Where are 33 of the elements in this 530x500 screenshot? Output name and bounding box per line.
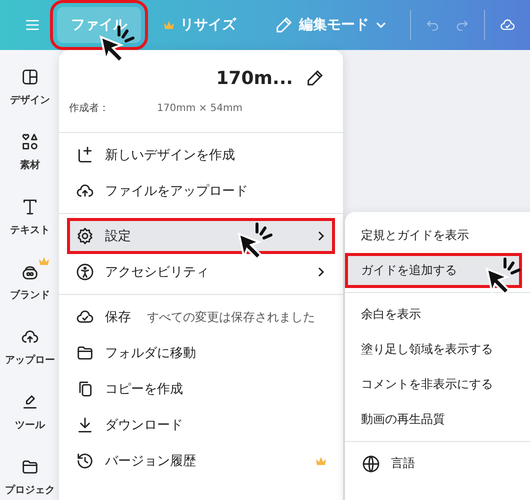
- menu-item[interactable]: ファイルをアップロード: [59, 173, 343, 209]
- menu-item[interactable]: 保存 すべての変更は保存されました: [59, 299, 343, 335]
- design-size: 170mm × 54mm: [157, 102, 243, 114]
- sidebar-label[interactable]: テキスト: [10, 223, 50, 237]
- sidebar-label[interactable]: 素材: [20, 158, 40, 172]
- sidebar-label[interactable]: デザイン: [10, 93, 50, 107]
- layout-icon[interactable]: [20, 67, 40, 87]
- sidebar-label[interactable]: ブランド: [10, 288, 50, 302]
- submenu-item[interactable]: コメントを非表示にする: [345, 367, 530, 402]
- author-label: 作成者：: [69, 102, 109, 115]
- menu-item[interactable]: アクセシビリティ: [59, 254, 343, 290]
- submenu-item[interactable]: 動画の再生品質: [345, 402, 530, 437]
- globe-icon: [361, 454, 381, 474]
- pencil-icon: [274, 15, 294, 35]
- menu-item[interactable]: コピーを作成: [59, 371, 343, 407]
- menu-item[interactable]: バージョン履歴: [59, 443, 343, 479]
- design-title: 170m...: [216, 68, 293, 88]
- sidebar-label[interactable]: アップロー: [5, 353, 55, 367]
- menu-item[interactable]: ダウンロード: [59, 407, 343, 443]
- sidebar-label[interactable]: ツール: [15, 418, 45, 432]
- submenu-item[interactable]: 定規とガイドを表示: [345, 218, 530, 253]
- shapes-icon[interactable]: [20, 132, 40, 152]
- history-icon: [75, 451, 95, 471]
- save-status: すべての変更は保存されました: [147, 308, 315, 326]
- sidebar-label[interactable]: プロジェク: [5, 483, 55, 497]
- settings-icon: [75, 226, 95, 246]
- submenu-item[interactable]: 余白を表示: [345, 297, 530, 332]
- accessibility-icon: [75, 262, 95, 282]
- submenu-item[interactable]: 塗り足し領域を表示する: [345, 332, 530, 367]
- submenu-item[interactable]: 言語: [345, 446, 530, 481]
- pencil-icon[interactable]: [305, 68, 325, 88]
- menu-item[interactable]: 新しいデザインを作成: [59, 137, 343, 173]
- menu-item[interactable]: フォルダに移動: [59, 335, 343, 371]
